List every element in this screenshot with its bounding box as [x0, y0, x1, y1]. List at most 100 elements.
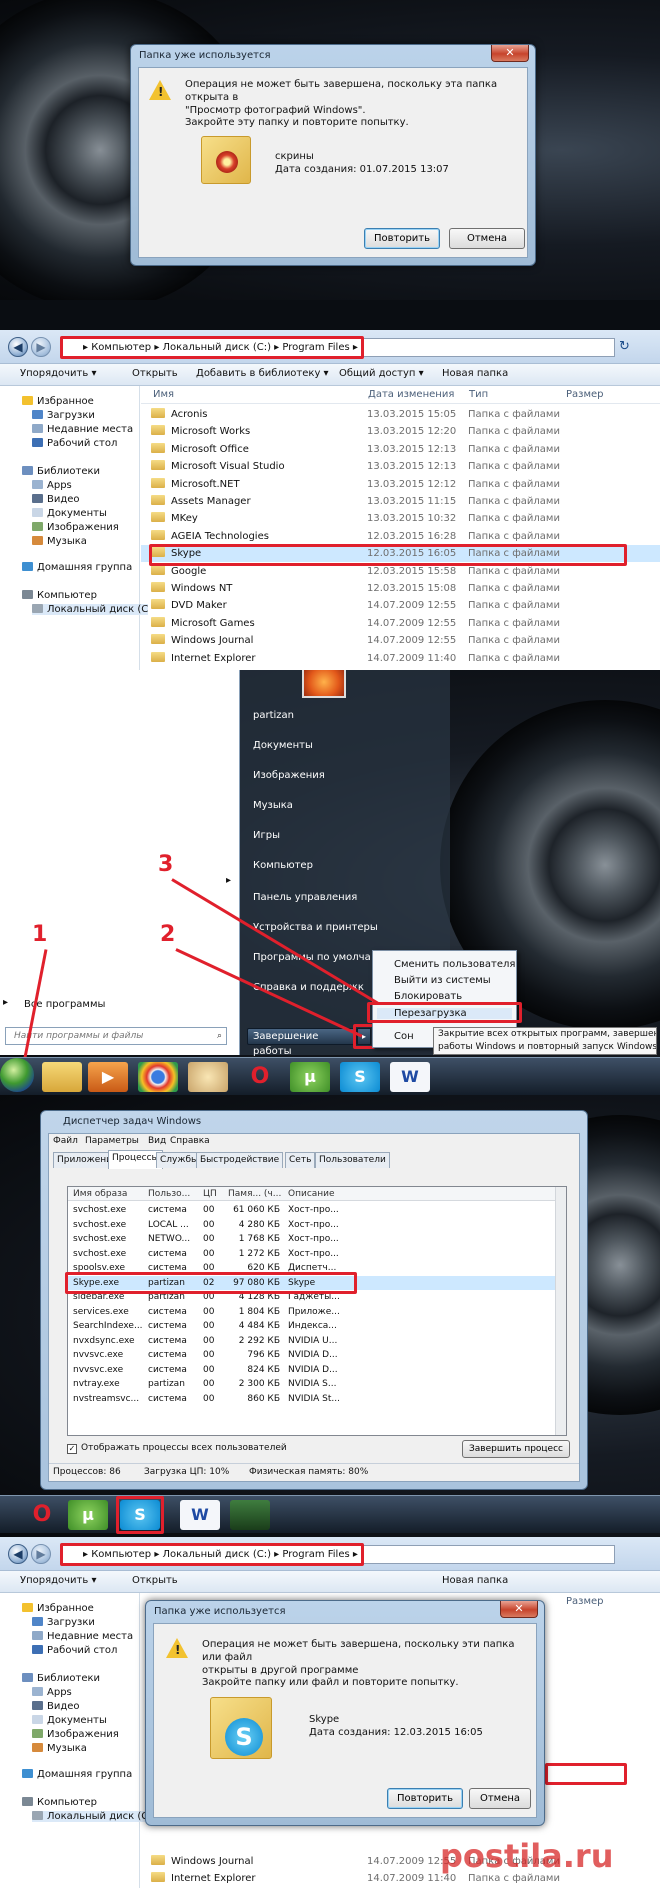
nav-music[interactable]: Музыка	[32, 536, 87, 547]
file-row[interactable]: Windows NT 12.03.2015 15:08 Папка с файлам…	[141, 580, 660, 597]
opera-taskbar-icon[interactable]: O	[22, 1500, 62, 1530]
log-off[interactable]: Выйти из системы	[394, 975, 491, 986]
start-orb-icon[interactable]	[0, 1058, 34, 1092]
close-button[interactable]: ✕	[491, 45, 529, 62]
tab-network[interactable]: Сеть	[285, 1152, 316, 1168]
organize-button[interactable]: Упорядочить ▾	[20, 1575, 96, 1586]
task-manager-taskbar-icon[interactable]	[230, 1500, 270, 1530]
nav-video[interactable]: Видео	[32, 494, 80, 505]
cancel-button[interactable]: Отмена	[449, 228, 525, 249]
process-row[interactable]: nvtray.exe partizan 00 2 300 КБ NVIDIA S...	[68, 1377, 558, 1391]
tab-processes[interactable]: Процессы	[108, 1150, 163, 1169]
sleep[interactable]: Сон	[394, 1031, 414, 1042]
process-row[interactable]: svchost.exe система 00 61 060 КБ Хост-про...	[68, 1203, 558, 1217]
lock[interactable]: Блокировать	[394, 991, 462, 1002]
file-row[interactable]: Microsoft Office 13.03.2015 12:13 Папка с …	[141, 441, 660, 458]
file-row[interactable]: Acronis 13.03.2015 15:05 Папка с файлами	[141, 406, 660, 423]
process-row[interactable]: nvstreamsvc... система 00 860 КБ NVIDIA St..…	[68, 1392, 558, 1406]
end-process-button[interactable]: Завершить процесс	[462, 1440, 570, 1458]
col-size[interactable]: Размер	[566, 389, 604, 400]
skype-taskbar-icon[interactable]: S	[340, 1062, 380, 1092]
explorer-taskbar-icon[interactable]	[42, 1062, 82, 1092]
nav-documents[interactable]: Документы	[32, 508, 107, 519]
forward-arrow-icon[interactable]: ▶	[31, 1544, 51, 1564]
nav-downloads[interactable]: Загрузки	[32, 410, 95, 421]
utorrent-taskbar-icon[interactable]: µ	[68, 1500, 108, 1530]
menu-control-panel[interactable]: Панель управления	[253, 892, 357, 903]
menu-help[interactable]: Справка	[170, 1136, 210, 1146]
nav-local-disk[interactable]: Локальный диск (C	[32, 604, 149, 615]
col-name[interactable]: Имя	[153, 389, 174, 400]
chrome-taskbar-icon[interactable]	[138, 1062, 178, 1092]
process-scrollbar[interactable]	[555, 1187, 566, 1435]
open-button[interactable]: Открыть	[132, 368, 178, 379]
nav-favorites[interactable]: Избранное	[22, 1603, 94, 1614]
search-input[interactable]: Найти программы и файлы ⌕	[5, 1027, 227, 1045]
nav-desktop[interactable]: Рабочий стол	[32, 438, 117, 449]
menu-pictures[interactable]: Изображения	[253, 770, 325, 781]
menu-games[interactable]: Игры	[253, 830, 280, 841]
nav-homegroup[interactable]: Домашняя группа	[22, 1769, 132, 1780]
nav-recent[interactable]: Недавние места	[32, 1631, 133, 1642]
menu-view[interactable]: Вид	[148, 1136, 166, 1146]
nav-desktop[interactable]: Рабочий стол	[32, 1645, 117, 1656]
nav-libraries[interactable]: Библиотеки	[22, 1673, 100, 1684]
organize-button[interactable]: Упорядочить ▾	[20, 368, 96, 379]
close-button[interactable]: ✕	[500, 1601, 538, 1618]
nav-video[interactable]: Видео	[32, 1701, 80, 1712]
file-row[interactable]: AGEIA Technologies 12.03.2015 16:28 Папка …	[141, 528, 660, 545]
file-row[interactable]: DVD Maker 14.07.2009 12:55 Папка с файлами	[141, 597, 660, 614]
process-row[interactable]: svchost.exe система 00 1 272 КБ Хост-про...	[68, 1247, 558, 1261]
nav-documents[interactable]: Документы	[32, 1715, 107, 1726]
nav-computer[interactable]: Компьютер	[22, 590, 97, 601]
tab-users[interactable]: Пользователи	[315, 1152, 390, 1168]
new-folder-button[interactable]: Новая папка	[442, 368, 508, 379]
nav-recent[interactable]: Недавние места	[32, 424, 133, 435]
file-row[interactable]: Microsoft.NET 13.03.2015 12:12 Папка с фай…	[141, 476, 660, 493]
menu-devices[interactable]: Устройства и принтеры	[253, 922, 378, 933]
menu-user[interactable]: partizan	[253, 710, 294, 721]
col-date[interactable]: Дата изменения	[368, 389, 454, 400]
col-size[interactable]: Размер	[566, 1596, 604, 1607]
paint-taskbar-icon[interactable]	[188, 1062, 228, 1092]
retry-button[interactable]: Повторить	[387, 1788, 463, 1809]
process-row[interactable]: SearchIndexe... система 00 4 484 КБ Индекса.…	[68, 1319, 558, 1333]
nav-downloads[interactable]: Загрузки	[32, 1617, 95, 1628]
menu-computer[interactable]: Компьютер	[253, 860, 313, 871]
file-row[interactable]: Assets Manager 13.03.2015 11:15 Папка с фа…	[141, 493, 660, 510]
tab-performance[interactable]: Быстродействие	[196, 1152, 284, 1168]
back-arrow-icon[interactable]: ◀	[8, 1544, 28, 1564]
process-row[interactable]: services.exe система 00 1 804 КБ Приложе...	[68, 1305, 558, 1319]
refresh-icon[interactable]: ↻	[619, 339, 630, 354]
forward-arrow-icon[interactable]: ▶	[31, 337, 51, 357]
add-to-library-button[interactable]: Добавить в библиотеку ▾	[196, 368, 329, 379]
nav-apps[interactable]: Apps	[32, 1687, 72, 1698]
menu-options[interactable]: Параметры	[85, 1136, 139, 1146]
menu-music[interactable]: Музыка	[253, 800, 293, 811]
open-button[interactable]: Открыть	[132, 1575, 178, 1586]
file-row[interactable]: Windows Journal 14.07.2009 12:55 Папка с ф…	[141, 632, 660, 649]
nav-pictures[interactable]: Изображения	[32, 1729, 119, 1740]
opera-taskbar-icon[interactable]: O	[240, 1062, 280, 1092]
nav-favorites[interactable]: Избранное	[22, 396, 94, 407]
utorrent-taskbar-icon[interactable]: µ	[290, 1062, 330, 1092]
col-type[interactable]: Тип	[469, 389, 488, 400]
word-taskbar-icon[interactable]: W	[390, 1062, 430, 1092]
process-row[interactable]: svchost.exe NETWO... 00 1 768 КБ Хост-про...	[68, 1232, 558, 1246]
back-arrow-icon[interactable]: ◀	[8, 337, 28, 357]
file-row[interactable]: Microsoft Visual Studio 13.03.2015 12:13 П…	[141, 458, 660, 475]
file-row[interactable]: Internet Explorer 14.07.2009 11:40 Папка с…	[141, 650, 660, 667]
menu-documents[interactable]: Документы	[253, 740, 313, 751]
show-all-checkbox[interactable]: ✓	[67, 1444, 77, 1454]
process-row[interactable]: nvvsvc.exe система 00 824 КБ NVIDIA D...	[68, 1363, 558, 1377]
menu-file[interactable]: Файл	[53, 1136, 78, 1146]
file-row[interactable]: Microsoft Games 14.07.2009 12:55 Папка с ф…	[141, 615, 660, 632]
media-player-taskbar-icon[interactable]: ▶	[88, 1062, 128, 1092]
process-row[interactable]: nvvsvc.exe система 00 796 КБ NVIDIA D...	[68, 1348, 558, 1362]
nav-libraries[interactable]: Библиотеки	[22, 466, 100, 477]
process-row[interactable]: svchost.exe LOCAL ... 00 4 280 КБ Хост-про..…	[68, 1218, 558, 1232]
nav-computer[interactable]: Компьютер	[22, 1797, 97, 1808]
nav-pictures[interactable]: Изображения	[32, 522, 119, 533]
nav-music[interactable]: Музыка	[32, 1743, 87, 1754]
share-button[interactable]: Общий доступ ▾	[339, 368, 424, 379]
